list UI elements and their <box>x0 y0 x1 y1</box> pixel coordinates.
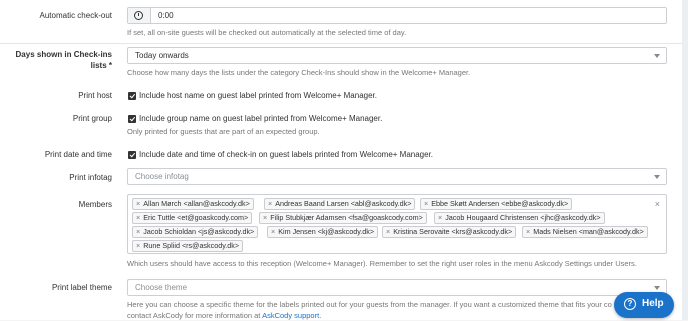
print-group-label: Print group <box>72 114 112 123</box>
help-button-label: Help <box>642 298 664 309</box>
scrollbar[interactable] <box>682 0 688 320</box>
label-theme-label: Print label theme <box>51 283 112 292</box>
chevron-down-icon <box>654 54 660 58</box>
remove-tag-icon[interactable]: × <box>526 227 530 236</box>
member-tag[interactable]: × Allan Mørch <allan@askcody.dk> <box>132 198 254 210</box>
member-tag[interactable]: × Kristina Serovaite <krs@askcody.dk> <box>382 226 517 238</box>
remove-tag-icon[interactable]: × <box>136 241 140 250</box>
member-tag[interactable]: × Eric Tuttle <et@goaskcody.com> <box>132 212 253 224</box>
label-theme-help-line1: Here you can choose a specific theme for… <box>127 300 612 309</box>
label-theme-select[interactable]: Choose theme <box>127 279 667 296</box>
auto-checkout-label: Automatic check-out <box>39 11 112 20</box>
print-host-label: Print host <box>78 91 112 100</box>
member-tag[interactable]: × Jacob Hougaard Christensen <jhc@askcody… <box>434 212 605 224</box>
print-group-text: Include group name on guest label printe… <box>139 114 383 123</box>
clock-icon <box>134 11 143 20</box>
members-label: Members <box>78 200 112 209</box>
member-tag[interactable]: × Kim Jensen <kj@askcody.dk> <box>267 226 379 238</box>
remove-tag-icon[interactable]: × <box>268 199 272 208</box>
askcody-support-link[interactable]: AskCody support <box>262 311 319 320</box>
clear-all-icon[interactable]: × <box>655 199 660 209</box>
question-circle-icon: ? <box>624 298 636 310</box>
print-group-checkbox[interactable] <box>128 115 136 123</box>
members-multiselect[interactable]: × × Allan Mørch <allan@askcody.dk> × Andre… <box>127 194 667 254</box>
days-shown-label-line2: lists * <box>90 61 112 70</box>
print-group-help: Only printed for guests that are part of… <box>127 127 320 136</box>
remove-tag-icon[interactable]: × <box>263 213 267 222</box>
remove-tag-icon[interactable]: × <box>271 227 275 236</box>
member-tag[interactable]: × Mads Nielsen <man@askcody.dk> <box>522 226 648 238</box>
label-theme-help-line2: contact AskCody for more information at … <box>127 311 322 320</box>
member-tag[interactable]: × Rune Spliid <rs@askcody.dk> <box>132 240 244 252</box>
print-host-text: Include host name on guest label printed… <box>139 91 377 100</box>
auto-checkout-value: 0:00 <box>158 11 174 20</box>
member-tag[interactable]: × Andreas Baand Larsen <abl@askcody.dk> <box>264 198 416 210</box>
auto-checkout-time-input[interactable]: 0:00 <box>127 7 667 24</box>
label-theme-placeholder: Choose theme <box>135 283 188 292</box>
auto-checkout-help: If set, all on-site guests will be check… <box>127 28 407 37</box>
remove-tag-icon[interactable]: × <box>136 213 140 222</box>
member-tag[interactable]: × Ebbe Skøtt Andersen <ebbe@askcody.dk> <box>420 198 573 210</box>
print-infotag-placeholder: Choose infotag <box>135 172 189 181</box>
chevron-down-icon <box>654 175 660 179</box>
remove-tag-icon[interactable]: × <box>424 199 428 208</box>
print-infotag-select[interactable]: Choose infotag <box>127 168 667 185</box>
print-date-label: Print date and time <box>44 150 112 159</box>
remove-tag-icon[interactable]: × <box>136 227 140 236</box>
chevron-down-icon <box>654 286 660 290</box>
print-host-checkbox[interactable] <box>128 92 136 100</box>
remove-tag-icon[interactable]: × <box>438 213 442 222</box>
remove-tag-icon[interactable]: × <box>136 199 140 208</box>
member-tag[interactable]: × Filip Stubkjær Adamsen <fsa@goaskcody.c… <box>259 212 427 224</box>
days-shown-help: Choose how many days the lists under the… <box>127 68 471 77</box>
members-help: Which users should have access to this r… <box>127 259 637 268</box>
days-shown-value: Today onwards <box>135 51 189 60</box>
divider <box>0 43 688 44</box>
print-date-checkbox[interactable] <box>128 151 136 159</box>
days-shown-select[interactable]: Today onwards <box>127 47 667 64</box>
settings-panel: Automatic check-out 0:00 If set, all on-… <box>0 0 688 320</box>
help-button[interactable]: ? Help <box>614 292 674 318</box>
print-infotag-label: Print infotag <box>69 173 112 182</box>
member-tag[interactable]: × Jacob Schioldan <js@askcody.dk> <box>132 226 259 238</box>
print-date-text: Include date and time of check-in on gue… <box>139 150 434 159</box>
remove-tag-icon[interactable]: × <box>386 227 390 236</box>
clock-addon <box>128 8 151 23</box>
